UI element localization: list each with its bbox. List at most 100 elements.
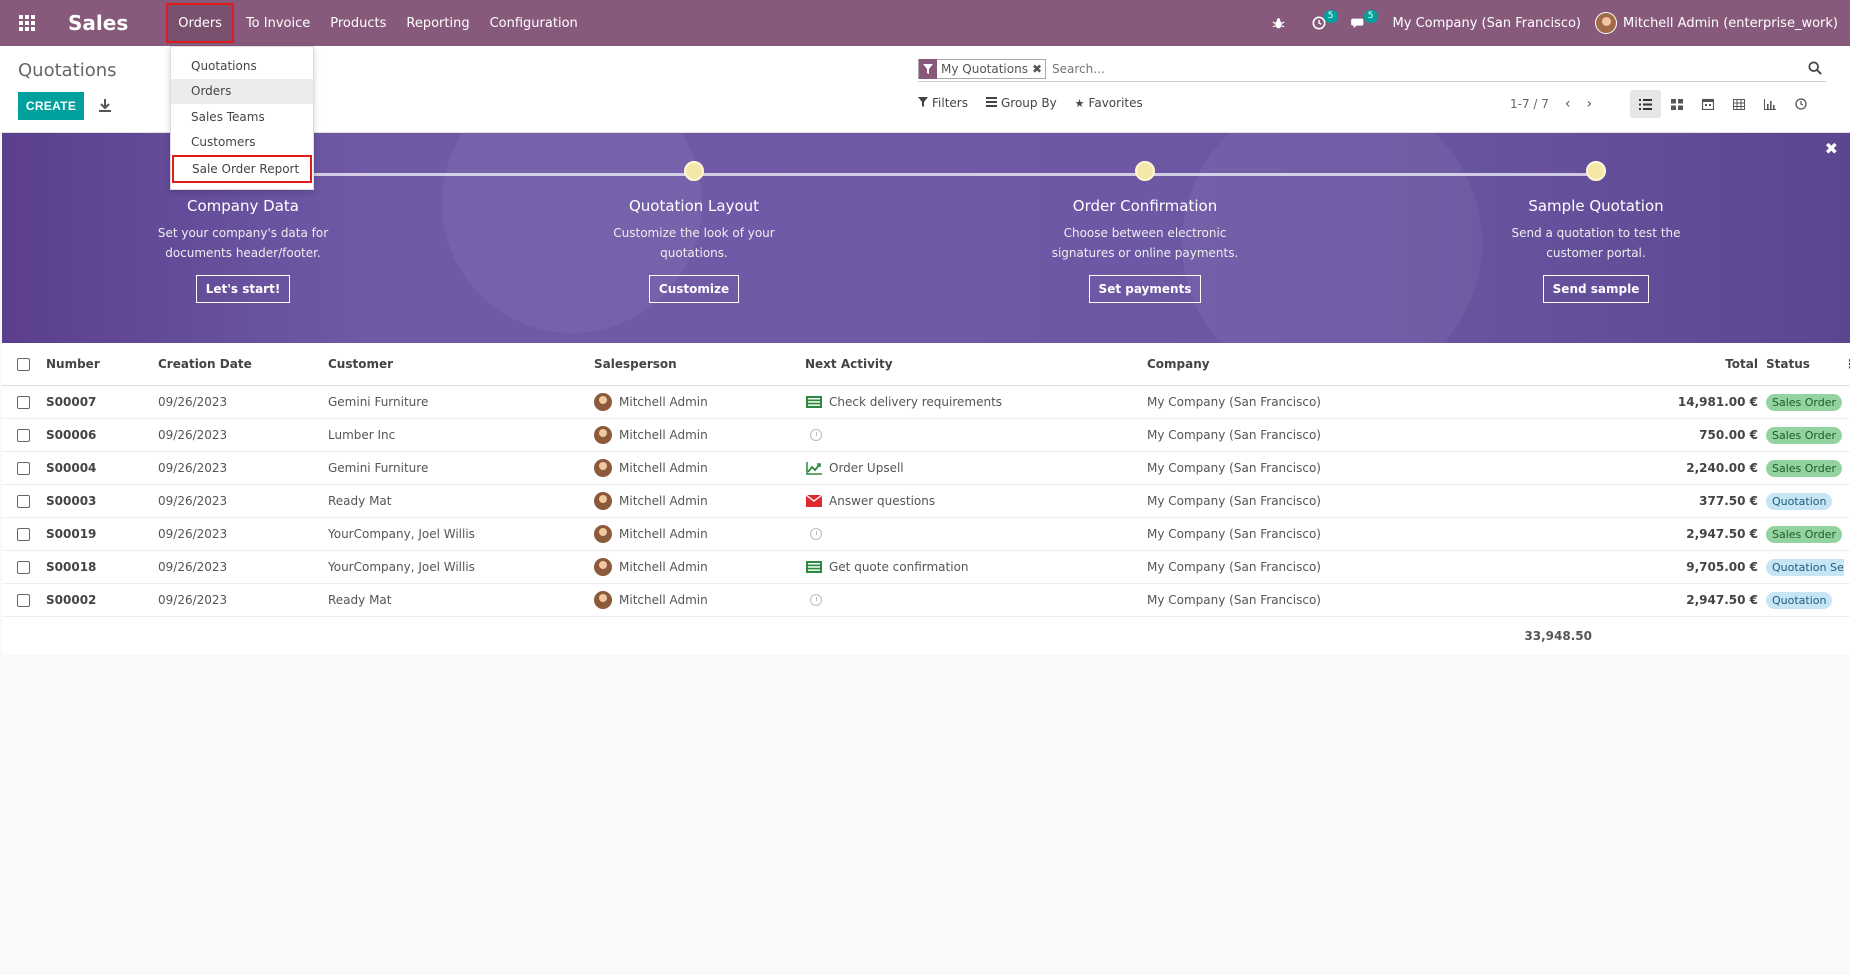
order-number: S00003 — [46, 494, 97, 508]
order-number: S00002 — [46, 593, 97, 607]
search-input[interactable] — [1052, 61, 1808, 76]
status-badge-cell: Quotation — [1764, 591, 1844, 609]
next-activity[interactable]: Check delivery requirements — [805, 395, 1147, 409]
status-badge: Sales Order — [1766, 426, 1843, 444]
select-all-checkbox[interactable] — [2, 357, 46, 371]
dropdown-item-sale-order-report[interactable]: Sale Order Report — [172, 155, 312, 183]
messages-icon[interactable]: 5 — [1344, 10, 1378, 30]
col-company[interactable]: Company — [1147, 357, 1507, 371]
dropdown-item-customers[interactable]: Customers — [171, 130, 313, 156]
set-payments-button[interactable]: Set payments — [1088, 275, 1202, 303]
col-salesperson[interactable]: Salesperson — [594, 357, 805, 371]
table-row[interactable]: S00018 09/26/2023 YourCompany, Joel Willis… — [2, 551, 1850, 584]
dropdown-item-sales-teams[interactable]: Sales Teams — [171, 104, 313, 130]
chevron-left-icon[interactable]: ‹ — [1565, 96, 1571, 112]
chevron-right-icon[interactable]: › — [1587, 96, 1593, 112]
menu-configuration[interactable]: Configuration — [480, 0, 588, 46]
dropdown-item-orders[interactable]: Orders — [171, 78, 313, 104]
activity-view-icon[interactable] — [1785, 90, 1816, 118]
order-number: S00018 — [46, 560, 97, 574]
company-name: My Company (San Francisco) — [1147, 395, 1321, 409]
table-footer: 33,948.50 — [2, 617, 1850, 655]
company-name: My Company (San Francisco) — [1147, 593, 1321, 607]
kanban-view-icon[interactable] — [1661, 90, 1692, 118]
table-row[interactable]: S00019 09/26/2023 YourCompany, Joel Willis… — [2, 518, 1850, 551]
list-view-icon[interactable] — [1630, 90, 1661, 118]
facet-remove-icon[interactable]: ✖ — [1032, 62, 1045, 76]
search-icon[interactable] — [1808, 60, 1824, 77]
apps-menu-icon[interactable] — [0, 0, 54, 46]
close-icon[interactable]: ✖ — [1825, 139, 1838, 158]
next-activity[interactable] — [805, 428, 1147, 442]
create-button[interactable]: CREATE — [18, 92, 84, 120]
menu-to-invoice[interactable]: To Invoice — [236, 0, 320, 46]
status-badge-cell: Sales Order — [1764, 393, 1844, 411]
email-icon[interactable] — [805, 494, 823, 508]
customize-button[interactable]: Customize — [648, 275, 740, 303]
send-sample-button[interactable]: Send sample — [1542, 275, 1650, 303]
next-activity[interactable] — [805, 527, 1147, 541]
filter-icon — [918, 96, 928, 110]
row-checkbox[interactable] — [2, 395, 46, 409]
bug-icon[interactable] — [1264, 17, 1294, 30]
row-checkbox[interactable] — [2, 527, 46, 541]
list-icon[interactable] — [805, 560, 823, 574]
page-title[interactable]: Quotations — [18, 60, 117, 81]
favorites-toggle[interactable]: ★ Favorites — [1075, 96, 1143, 110]
user-avatar[interactable] — [1595, 12, 1617, 34]
step-description: Send a quotation to test the customer po… — [1476, 223, 1716, 263]
column-options-icon[interactable]: ⋮ — [1844, 357, 1850, 371]
group-by-toggle[interactable]: Group By — [985, 96, 1057, 110]
table-body: S00007 09/26/2023 Gemini Furniture Mitchell… — [2, 386, 1850, 617]
step-desc-line: Customize the look of your — [613, 226, 775, 240]
creation-date: 09/26/2023 — [158, 527, 228, 541]
next-activity[interactable]: Answer questions — [805, 494, 1147, 508]
list-icon[interactable] — [805, 395, 823, 409]
next-activity[interactable] — [805, 593, 1147, 607]
col-total[interactable]: Total — [1507, 357, 1764, 371]
user-menu[interactable]: Mitchell Admin (enterprise_work) — [1623, 16, 1838, 31]
col-status[interactable]: Status — [1764, 357, 1844, 371]
empty-area — [2, 663, 1850, 975]
table-row[interactable]: S00003 09/26/2023 Ready Mat Mitchell Admin A… — [2, 485, 1850, 518]
table-row[interactable]: S00002 09/26/2023 Ready Mat Mitchell Admin M… — [2, 584, 1850, 617]
calendar-view-icon[interactable] — [1692, 90, 1723, 118]
menu-orders[interactable]: Orders — [166, 3, 234, 43]
graph-view-icon[interactable] — [1754, 90, 1785, 118]
download-icon[interactable] — [98, 98, 112, 114]
clock-icon[interactable] — [805, 527, 823, 541]
search-facet[interactable]: My Quotations ✖ — [918, 58, 1047, 79]
app-brand[interactable]: Sales — [68, 11, 128, 35]
salesperson-name: Mitchell Admin — [619, 428, 708, 442]
status-badge-cell: Quotation — [1764, 492, 1844, 510]
activities-icon[interactable]: 5 — [1304, 10, 1338, 30]
clock-icon[interactable] — [805, 428, 823, 442]
table-row[interactable]: S00004 09/26/2023 Gemini Furniture Mitchell… — [2, 452, 1850, 485]
row-checkbox[interactable] — [2, 494, 46, 508]
status-badge: Sales Order — [1766, 459, 1843, 477]
dropdown-item-quotations[interactable]: Quotations — [171, 53, 313, 79]
col-number[interactable]: Number — [46, 357, 158, 371]
filters-toggle[interactable]: Filters — [918, 96, 968, 110]
salesperson-avatar — [594, 558, 612, 576]
clock-icon[interactable] — [805, 593, 823, 607]
row-checkbox[interactable] — [2, 593, 46, 607]
col-next-activity[interactable]: Next Activity — [805, 357, 1147, 371]
table-row[interactable]: S00006 09/26/2023 Lumber Inc Mitchell Admin… — [2, 419, 1850, 452]
row-checkbox[interactable] — [2, 461, 46, 475]
pivot-view-icon[interactable] — [1723, 90, 1754, 118]
menu-reporting[interactable]: Reporting — [396, 0, 479, 46]
table-row[interactable]: S00007 09/26/2023 Gemini Furniture Mitchell… — [2, 386, 1850, 419]
pager-value[interactable]: 1-7 / 7 — [1510, 97, 1549, 111]
col-customer[interactable]: Customer — [328, 357, 594, 371]
chart-icon[interactable] — [805, 461, 823, 475]
col-creation-date[interactable]: Creation Date — [158, 357, 328, 371]
company-switcher[interactable]: My Company (San Francisco) — [1393, 16, 1581, 31]
status-badge: Quotation — [1766, 492, 1833, 510]
next-activity[interactable]: Get quote confirmation — [805, 560, 1147, 574]
menu-products[interactable]: Products — [320, 0, 396, 46]
row-checkbox[interactable] — [2, 560, 46, 574]
next-activity[interactable]: Order Upsell — [805, 461, 1147, 475]
lets-start-button[interactable]: Let's start! — [195, 275, 291, 303]
row-checkbox[interactable] — [2, 428, 46, 442]
